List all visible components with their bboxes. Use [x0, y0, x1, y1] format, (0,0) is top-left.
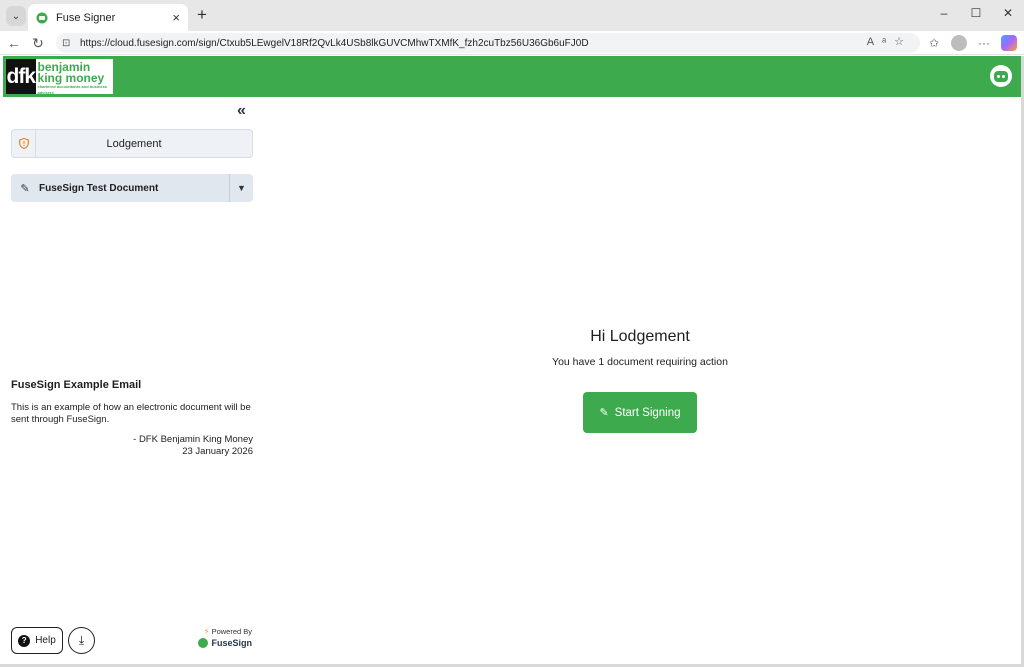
document-name: FuseSign Test Document [39, 182, 159, 194]
signer-name: Lodgement [106, 137, 162, 150]
refresh-icon[interactable]: ↻ [29, 34, 47, 52]
site-info-icon[interactable]: ⊡ [62, 38, 76, 49]
minimize-button[interactable]: – [934, 6, 954, 20]
document-selector[interactable]: ✎ FuseSign Test Document ▼ [11, 174, 253, 202]
powered-by-label: Powered By [211, 627, 252, 636]
logo-mark: dfk [6, 59, 36, 94]
close-window-button[interactable]: ✕ [998, 6, 1018, 20]
collapse-sidebar-icon[interactable]: « [237, 103, 253, 120]
logo-tagline: chartered accountants and business advis… [37, 84, 108, 95]
message-from: - DFK Benjamin King Money [133, 434, 253, 445]
start-signing-button[interactable]: ✎ Start Signing [583, 392, 697, 433]
powered-by: ⚡ Powered By FuseSign [192, 627, 254, 648]
powered-brand: FuseSign [211, 638, 252, 648]
profile-icon[interactable] [951, 35, 967, 51]
collections-icon[interactable]: ✩ [926, 35, 942, 51]
more-icon[interactable]: ··· [976, 35, 992, 51]
maximize-button[interactable]: ☐ [966, 6, 986, 20]
message-date: 23 January 2026 [182, 446, 253, 457]
chevron-down-icon[interactable]: ▼ [229, 174, 253, 202]
url-text: https://cloud.fusesign.com/sign/Ctxub5LE… [80, 37, 589, 49]
help-button[interactable]: ? Help [11, 627, 63, 654]
new-tab-button[interactable]: + [193, 6, 211, 24]
question-icon: ? [18, 634, 31, 647]
close-tab-icon[interactable]: × [172, 10, 180, 25]
lightning-icon: ⚡ [203, 627, 210, 636]
pencil-icon: ✎ [599, 407, 609, 419]
action-count-text: You have 1 document requiring action [552, 356, 728, 368]
shield-icon [12, 130, 36, 157]
greeting-heading: Hi Lodgement [590, 328, 690, 345]
browser-tab-bar: ⌄ Fuse Signer × + – ☐ ✕ [0, 0, 1024, 31]
fusesign-logo-icon [198, 638, 209, 648]
pencil-icon: ✎ [20, 182, 30, 195]
start-signing-label: Start Signing [614, 406, 681, 419]
tab-title: Fuse Signer [56, 11, 116, 24]
logo-line2: king money [37, 71, 105, 85]
signer-card: Lodgement [11, 129, 253, 158]
app-header: dfk benjamin king money chartered accoun… [3, 56, 1021, 97]
message-body: This is an example of how an electronic … [11, 402, 251, 425]
download-button[interactable]: ⤓ [68, 627, 95, 654]
browser-toolbar: ← ↻ ⊡ https://cloud.fusesign.com/sign/Ct… [0, 31, 1024, 55]
browser-tab[interactable]: Fuse Signer × [28, 4, 188, 31]
fusesign-favicon-icon [36, 12, 48, 23]
read-aloud-favorite-icons[interactable]: Aᵃ☆ [867, 35, 912, 48]
copilot-icon[interactable] [1001, 35, 1017, 51]
address-bar[interactable]: ⊡ https://cloud.fusesign.com/sign/Ctxub5… [56, 33, 920, 53]
message-signature: - DFK Benjamin King Money 23 January 202… [11, 434, 253, 458]
dfk-logo: dfk benjamin king money chartered accoun… [6, 59, 113, 95]
back-icon[interactable]: ← [5, 34, 23, 52]
download-icon: ⤓ [78, 633, 85, 647]
bot-avatar-icon[interactable] [990, 65, 1012, 87]
message-title: FuseSign Example Email [11, 379, 142, 391]
tab-actions-button[interactable]: ⌄ [6, 6, 26, 26]
help-label: Help [35, 635, 56, 646]
